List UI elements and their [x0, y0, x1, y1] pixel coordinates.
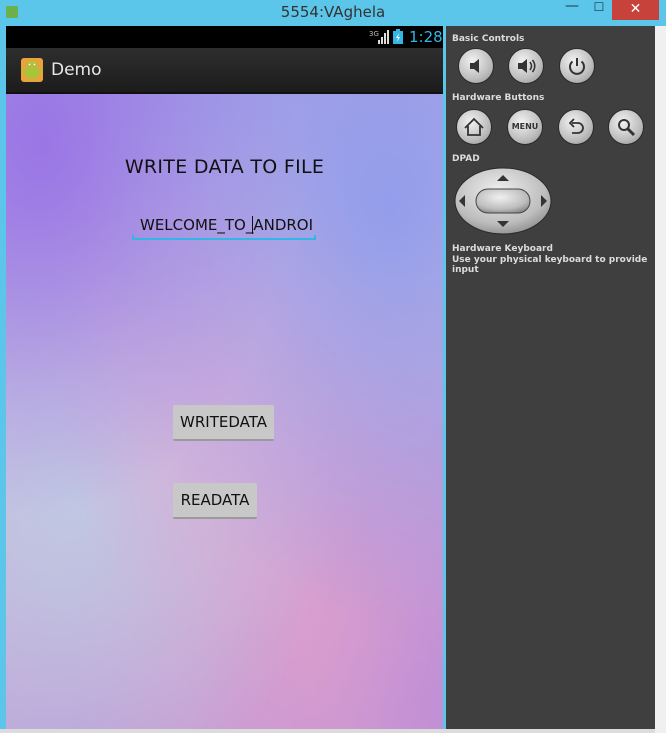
- network-type-label: 3G: [369, 30, 379, 38]
- status-bar: 3G 1:28: [6, 26, 443, 48]
- volume-up-button[interactable]: [508, 48, 544, 84]
- window-titlebar: 5554:VAghela — ☐ ✕: [0, 0, 666, 26]
- input-underline: [132, 238, 316, 240]
- page-heading: WRITE DATA TO FILE: [124, 156, 325, 178]
- dpad-center-button[interactable]: [475, 188, 531, 214]
- volume-down-button[interactable]: [458, 48, 494, 84]
- home-icon: [464, 117, 484, 136]
- power-icon: [569, 58, 585, 75]
- write-data-button[interactable]: WRITEDATA: [173, 405, 274, 441]
- status-clock: 1:28: [409, 28, 443, 46]
- window-right-edge: [655, 26, 666, 733]
- app-content: WRITE DATA TO FILE WELCOME_TO_ANDROI WRI…: [6, 94, 443, 729]
- close-button[interactable]: ✕: [612, 0, 659, 20]
- android-icon: [21, 58, 43, 82]
- battery-icon: [393, 29, 403, 44]
- maximize-button[interactable]: ☐: [586, 0, 612, 20]
- volume-up-icon: [518, 59, 536, 73]
- app-title: Demo: [51, 60, 102, 80]
- window-bottom-edge: [0, 729, 655, 733]
- back-icon: [568, 118, 584, 134]
- menu-button[interactable]: MENU: [507, 109, 543, 145]
- input-underline-right-tick: [314, 235, 316, 240]
- home-button[interactable]: [456, 109, 492, 145]
- volume-down-icon: [470, 59, 479, 73]
- text-cursor: [252, 216, 253, 234]
- menu-button-label: MENU: [511, 122, 539, 131]
- hardware-keyboard-title: Hardware Keyboard: [452, 244, 553, 254]
- basic-controls-label: Basic Controls: [452, 34, 525, 44]
- signal-icon: 3G: [369, 30, 389, 44]
- dpad-label: DPAD: [452, 154, 480, 164]
- emulator-controls-panel: Basic Controls Hardware Buttons MENU DPA…: [446, 26, 655, 729]
- action-bar: Demo: [6, 48, 443, 94]
- power-button[interactable]: [559, 48, 595, 84]
- emulator-screen: 3G 1:28 Demo WRITE DATA TO FILE WELCOME_…: [6, 26, 443, 729]
- dpad-control[interactable]: [454, 167, 552, 235]
- read-data-button[interactable]: READATA: [173, 483, 257, 519]
- back-button[interactable]: [558, 109, 594, 145]
- hardware-buttons-label: Hardware Buttons: [452, 93, 545, 103]
- data-input[interactable]: WELCOME_TO_ANDROI: [132, 212, 316, 240]
- input-underline-left-tick: [132, 235, 134, 240]
- minimize-button[interactable]: —: [559, 0, 585, 20]
- search-button[interactable]: [608, 109, 644, 145]
- data-input-value: WELCOME_TO_ANDROI: [140, 216, 314, 234]
- hardware-keyboard-hint: Use your physical keyboard to provide in…: [452, 255, 648, 275]
- search-icon: [618, 119, 636, 137]
